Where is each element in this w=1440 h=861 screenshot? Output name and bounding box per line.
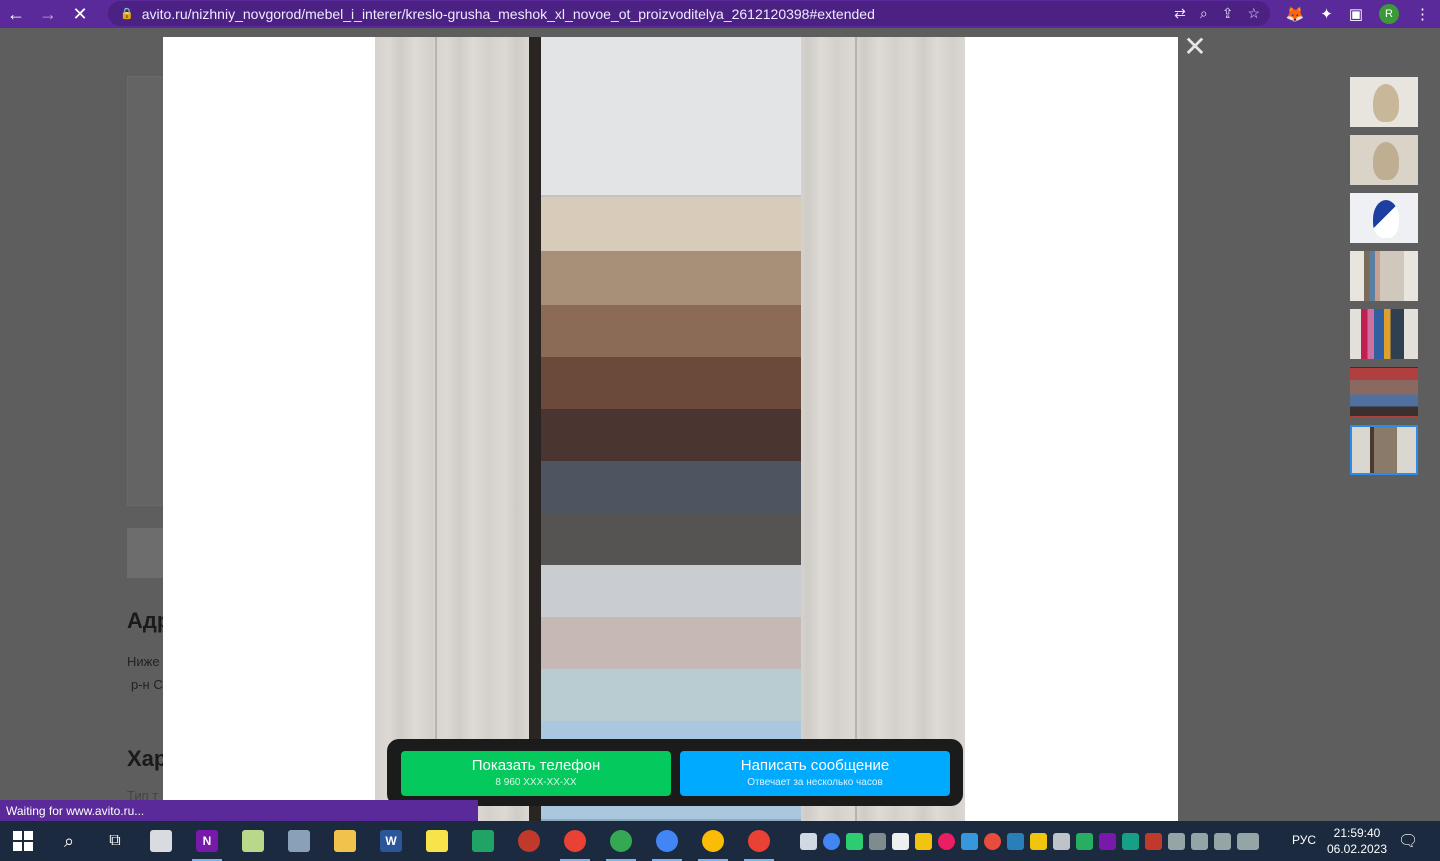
- antivirus-tray-icon[interactable]: [1145, 832, 1162, 850]
- shield-tray-icon[interactable]: [846, 832, 863, 850]
- task-view-icon[interactable]: ⧉: [92, 821, 138, 861]
- window-tray-icon[interactable]: [1053, 832, 1070, 850]
- sticky-tray-icon[interactable]: [1030, 832, 1047, 850]
- close-lightbox-icon[interactable]: ✕: [1183, 33, 1207, 61]
- back-icon[interactable]: ←: [0, 0, 32, 28]
- volume-tray-icon[interactable]: [1214, 832, 1231, 850]
- thumbnail-5[interactable]: [1350, 309, 1418, 359]
- extensions-puzzle-icon[interactable]: ✦: [1320, 5, 1333, 23]
- metamask-extension-icon[interactable]: 🦊: [1286, 5, 1305, 23]
- network-app-tray-icon[interactable]: [1076, 832, 1093, 850]
- swatch: [541, 37, 801, 197]
- windows-logo-icon: [13, 831, 33, 851]
- masked-phone-number: 8 960 XXX-XX-XX: [495, 777, 577, 788]
- browser-toolbar: ← → ✕ 🔒 avito.ru/nizhniy_novgorod/mebel_…: [0, 0, 1440, 28]
- notification-center-icon[interactable]: 🗨: [1398, 831, 1418, 851]
- thumbnail-6[interactable]: [1350, 367, 1418, 417]
- windows-taskbar: ⌕ ⧉ N W РУС 21:59:40 06.02.2023 �: [0, 821, 1440, 861]
- response-time-note: Отвечает за несколько часов: [747, 777, 883, 788]
- chrome-profile-1-icon[interactable]: [552, 821, 598, 861]
- thumbnail-3[interactable]: [1350, 193, 1418, 243]
- sidebar-icon[interactable]: ▣: [1349, 5, 1363, 23]
- forward-icon[interactable]: →: [32, 0, 64, 28]
- contact-bar: Показать телефон 8 960 XXX-XX-XX Написат…: [387, 739, 963, 806]
- thumbnail-2[interactable]: [1350, 135, 1418, 185]
- show-phone-label: Показать телефон: [471, 757, 601, 774]
- profile-avatar[interactable]: R: [1379, 4, 1399, 24]
- address-line-2: р-н С: [131, 677, 163, 692]
- onenote-icon[interactable]: N: [184, 821, 230, 861]
- system-tray: [800, 821, 1259, 861]
- address-bar[interactable]: 🔒 avito.ru/nizhniy_novgorod/mebel_i_inte…: [108, 1, 1270, 26]
- snip-tray-icon[interactable]: [961, 832, 978, 850]
- share-icon[interactable]: ⇪: [1222, 5, 1234, 22]
- app-red-icon[interactable]: [506, 821, 552, 861]
- clock-time: 21:59:40: [1333, 826, 1381, 840]
- listing-thumbnail: [127, 528, 167, 578]
- swatch: [541, 409, 801, 465]
- swatch: [541, 617, 801, 673]
- chrome-profile-4-icon[interactable]: [690, 821, 736, 861]
- monitor-tray-icon[interactable]: [869, 832, 886, 850]
- document-tray-icon[interactable]: [892, 832, 909, 850]
- telegram-tray-icon[interactable]: [800, 832, 817, 850]
- thumbnail-strip: [1350, 77, 1418, 483]
- zoom-icon[interactable]: ⌕: [1200, 5, 1208, 22]
- spreadsheet-icon[interactable]: [460, 821, 506, 861]
- write-message-label: Написать сообщение: [740, 757, 890, 774]
- notes-tray-icon[interactable]: [915, 832, 932, 850]
- chrome-profile-2-icon[interactable]: [598, 821, 644, 861]
- write-message-button[interactable]: Написать сообщение Отвечает за несколько…: [680, 751, 950, 796]
- input-language[interactable]: РУС: [1292, 833, 1316, 847]
- notepad-icon[interactable]: [230, 821, 276, 861]
- onenote-tray-icon[interactable]: [1099, 832, 1116, 850]
- file-explorer-icon[interactable]: [322, 821, 368, 861]
- lock-icon: 🔒: [120, 8, 134, 20]
- chrome-tray-icon[interactable]: [823, 832, 840, 850]
- swatch: [541, 565, 801, 621]
- thumbnail-1[interactable]: [1350, 77, 1418, 127]
- sticky-notes-icon[interactable]: [414, 821, 460, 861]
- swatch: [541, 305, 801, 361]
- battery-tray-icon[interactable]: [1168, 832, 1185, 850]
- characteristics-heading: Хар: [127, 746, 168, 771]
- show-phone-button[interactable]: Показать телефон 8 960 XXX-XX-XX: [401, 751, 671, 796]
- address-line-1: Ниже: [127, 654, 160, 669]
- word-icon[interactable]: W: [368, 821, 414, 861]
- swatch: [541, 461, 801, 517]
- thumbnail-7[interactable]: [1350, 425, 1418, 475]
- search-icon[interactable]: ⌕: [46, 821, 92, 861]
- clock-date: 06.02.2023: [1326, 842, 1388, 856]
- taskbar-clock[interactable]: 21:59:40 06.02.2023: [1326, 825, 1388, 857]
- status-bar: Waiting for www.avito.ru...: [0, 800, 478, 821]
- translate-icon[interactable]: ⇄: [1174, 5, 1186, 22]
- fabric-swatches-photo: [375, 37, 965, 821]
- browser-menu-icon[interactable]: ⋮: [1415, 5, 1430, 23]
- stop-loading-icon[interactable]: ✕: [64, 0, 96, 28]
- keyboard-tray-icon[interactable]: [1237, 832, 1259, 850]
- fx-tray-icon[interactable]: [1122, 832, 1139, 850]
- swatch: [541, 513, 801, 569]
- chrome-profile-3-icon[interactable]: [644, 821, 690, 861]
- start-button[interactable]: [0, 821, 46, 861]
- network-tray-icon[interactable]: [1191, 832, 1208, 850]
- swatch: [541, 197, 801, 253]
- bookmark-star-icon[interactable]: ☆: [1247, 5, 1260, 22]
- listing-main-image: [127, 76, 167, 506]
- swatch: [541, 251, 801, 307]
- block-tray-icon[interactable]: [984, 832, 1001, 850]
- swatch: [541, 669, 801, 725]
- app-tray-icon[interactable]: [1007, 832, 1024, 850]
- recording-tray-icon[interactable]: [938, 832, 955, 850]
- image-lightbox: [163, 37, 1178, 821]
- thumbnail-4[interactable]: [1350, 251, 1418, 301]
- chrome-profile-5-icon[interactable]: [736, 821, 782, 861]
- swatch: [541, 357, 801, 413]
- url-text: avito.ru/nizhniy_novgorod/mebel_i_intere…: [141, 5, 875, 22]
- notes-app-icon[interactable]: [138, 821, 184, 861]
- app-icon[interactable]: [276, 821, 322, 861]
